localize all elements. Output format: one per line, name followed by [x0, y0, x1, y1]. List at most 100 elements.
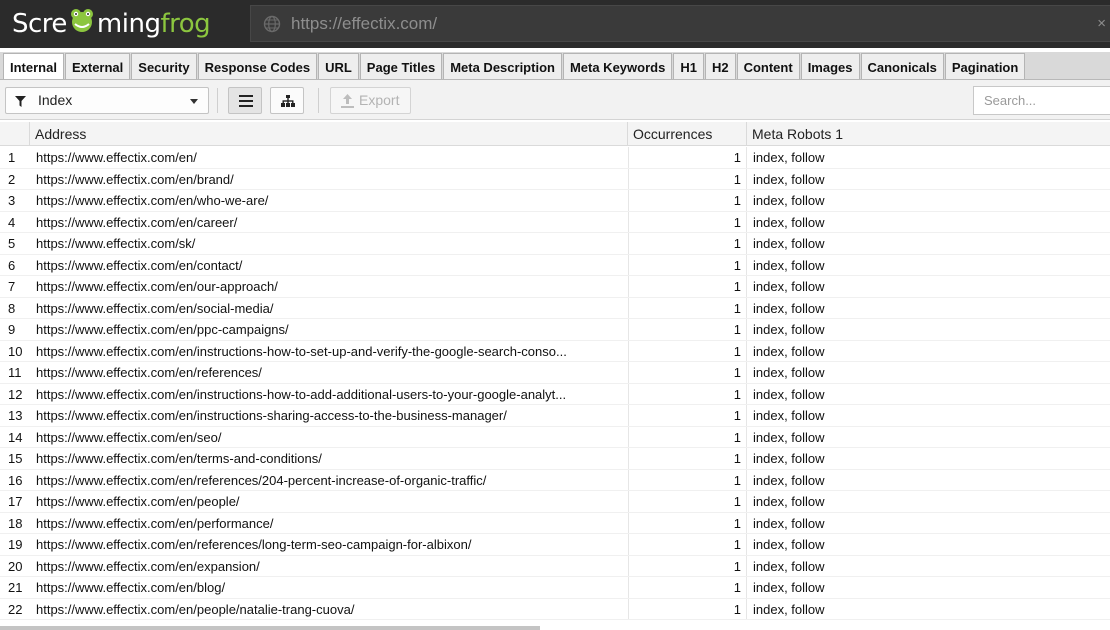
cell-meta-robots: index, follow [753, 365, 825, 380]
tab-response-codes[interactable]: Response Codes [197, 53, 318, 79]
cell-occurrences: 1 [628, 340, 747, 362]
table-row[interactable]: 8 https://www.effectix.com/en/social-medi… [0, 297, 1110, 319]
table-row[interactable]: 15 https://www.effectix.com/en/terms-and-… [0, 448, 1110, 470]
tab-page-titles[interactable]: Page Titles [359, 53, 443, 79]
column-header-meta-robots-1[interactable]: Meta Robots 1 [747, 122, 1110, 146]
tab-h1[interactable]: H1 [673, 53, 704, 79]
table-row[interactable]: 6 https://www.effectix.com/en/contact/1 in… [0, 254, 1110, 276]
search-input[interactable] [973, 86, 1110, 115]
row-number-header [0, 122, 30, 146]
cell-meta-robots: index, follow [753, 343, 825, 359]
table-row[interactable]: 10 https://www.effectix.com/en/instructio… [0, 340, 1110, 362]
table-row[interactable]: 7 https://www.effectix.com/en/our-approac… [0, 276, 1110, 298]
row-number: 3 [8, 193, 16, 208]
clear-url-icon[interactable]: × [1097, 6, 1106, 41]
tab-strip: Internal External Security Response Codes UR… [0, 52, 1110, 80]
cell-address: https://www.effectix.com/en/instructions… [36, 343, 567, 359]
horizontal-scrollbar[interactable] [0, 626, 540, 630]
table-row[interactable]: 17 https://www.effectix.com/en/people/1 in… [0, 491, 1110, 513]
tab-meta-keywords[interactable]: Meta Keywords [562, 53, 673, 79]
table-row[interactable]: 18 https://www.effectix.com/en/performanc… [0, 512, 1110, 534]
cell-occurrences: 1 [628, 190, 747, 212]
cell-meta-robots: index, follow [753, 537, 825, 552]
tab-security[interactable]: Security [131, 53, 197, 79]
cell-occurrences: 1 [628, 297, 747, 319]
cell-occurrences: 1 [628, 491, 747, 513]
tab-images[interactable]: Images [800, 53, 860, 79]
row-number: 15 [8, 451, 23, 466]
table-row[interactable]: 12 https://www.effectix.com/en/instructio… [0, 383, 1110, 405]
tab-pagination[interactable]: Pagination [944, 53, 1026, 79]
table-row[interactable]: 11 https://www.effectix.com/en/references… [0, 362, 1110, 384]
row-number: 17 [8, 494, 23, 509]
table-row[interactable]: 9 https://www.effectix.com/en/ppc-campaig… [0, 319, 1110, 341]
row-number: 5 [8, 236, 16, 251]
tab-canonicals[interactable]: Canonicals [860, 53, 944, 79]
cell-occurrences: 1 [628, 276, 747, 298]
table-row[interactable]: 3 https://www.effectix.com/en/who-we-are/… [0, 190, 1110, 212]
globe-icon [263, 15, 281, 33]
table-row[interactable]: 16 https://www.effectix.com/en/references… [0, 469, 1110, 491]
cell-occurrences: 1 [628, 426, 747, 448]
table-row[interactable]: 5 https://www.effectix.com/sk/1 index, fol… [0, 233, 1110, 255]
cell-address: https://www.effectix.com/en/people/natal… [36, 601, 355, 617]
row-number: 18 [8, 515, 23, 531]
cell-meta-robots: index, follow [753, 300, 825, 316]
tab-external[interactable]: External [64, 53, 131, 79]
cell-meta-robots: index, follow [753, 150, 825, 165]
row-number: 21 [8, 580, 23, 595]
tab-url[interactable]: URL [318, 53, 359, 79]
table-row[interactable]: 1 https://www.effectix.com/en/1 index, fol… [0, 147, 1110, 169]
cell-address: https://www.effectix.com/en/ppc-campaign… [36, 322, 289, 337]
tab-meta-description[interactable]: Meta Description [443, 53, 562, 79]
cell-occurrences: 1 [628, 405, 747, 427]
list-view-button[interactable] [228, 87, 262, 114]
table-row[interactable]: 4 https://www.effectix.com/en/career/1 ind… [0, 211, 1110, 233]
export-button[interactable]: Export [330, 87, 411, 114]
cell-meta-robots: index, follow [753, 601, 825, 617]
cell-occurrences: 1 [628, 254, 747, 276]
cell-address: https://www.effectix.com/en/expansion/ [36, 558, 260, 574]
cell-occurrences: 1 [628, 233, 747, 255]
row-number: 12 [8, 386, 23, 402]
list-icon [239, 95, 253, 107]
url-bar[interactable]: https://effectix.com/ × [250, 5, 1110, 42]
tab-internal[interactable]: Internal [3, 53, 64, 79]
column-header-address[interactable]: Address [30, 122, 628, 146]
table-row[interactable]: 13 https://www.effectix.com/en/instructio… [0, 405, 1110, 427]
tab-content[interactable]: Content [736, 53, 800, 79]
table-row[interactable]: 21 https://www.effectix.com/en/blog/1 inde… [0, 577, 1110, 599]
cell-address: https://www.effectix.com/en/brand/ [36, 171, 234, 187]
filter-icon [15, 96, 26, 107]
table-body: 1 https://www.effectix.com/en/1 index, fol… [0, 147, 1110, 620]
row-number: 1 [8, 150, 16, 165]
toolbar: Index Export [0, 80, 1110, 120]
cell-address: https://www.effectix.com/en/blog/ [36, 580, 226, 595]
tree-view-button[interactable] [270, 87, 304, 114]
cell-occurrences: 1 [628, 168, 747, 190]
upload-icon [341, 94, 354, 108]
tab-h2[interactable]: H2 [704, 53, 736, 79]
chevron-down-icon [190, 99, 198, 104]
column-header-occurrences[interactable]: Occurrences [628, 122, 747, 146]
table-row[interactable]: 22 https://www.effectix.com/en/people/nat… [0, 598, 1110, 620]
cell-meta-robots: index, follow [753, 214, 825, 230]
table-row[interactable]: 2 https://www.effectix.com/en/brand/1 inde… [0, 168, 1110, 190]
row-number: 13 [8, 408, 23, 423]
cell-occurrences: 1 [628, 534, 747, 556]
cell-address: https://www.effectix.com/en/instructions… [36, 408, 507, 423]
filter-value: Index [38, 92, 73, 108]
app-header: Scre mingfrog https://effectix.com/ × [0, 0, 1110, 48]
table-row[interactable]: 20 https://www.effectix.com/en/expansion/… [0, 555, 1110, 577]
table-row[interactable]: 19 https://www.effectix.com/en/references… [0, 534, 1110, 556]
cell-address: https://www.effectix.com/en/who-we-are/ [36, 193, 269, 208]
cell-meta-robots: index, follow [753, 386, 825, 402]
table-row[interactable]: 14 https://www.effectix.com/en/seo/1 index… [0, 426, 1110, 448]
filter-dropdown[interactable]: Index [5, 87, 209, 114]
frog-logo-icon [67, 6, 97, 36]
cell-address: https://www.effectix.com/en/seo/ [36, 429, 222, 445]
cell-meta-robots: index, follow [753, 451, 825, 466]
cell-meta-robots: index, follow [753, 322, 825, 337]
cell-occurrences: 1 [628, 577, 747, 599]
cell-address: https://www.effectix.com/en/our-approach… [36, 279, 278, 294]
